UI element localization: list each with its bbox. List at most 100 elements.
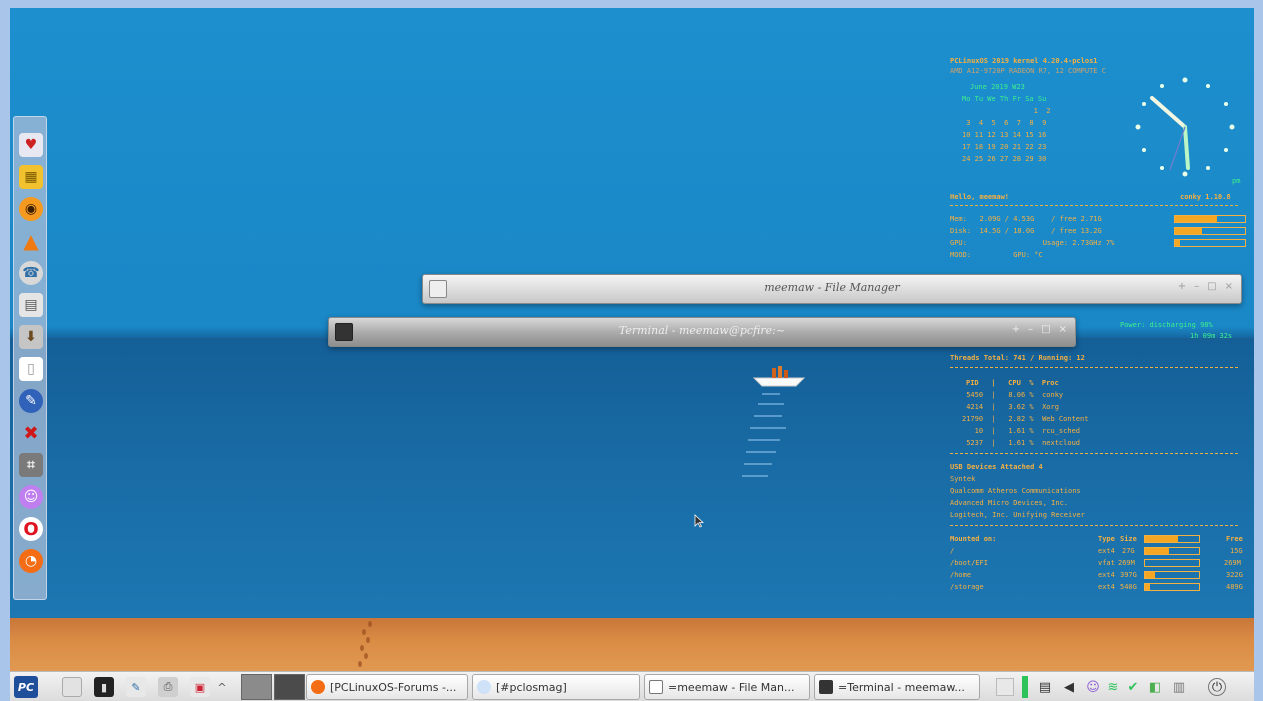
install-icon[interactable]: ⬇ bbox=[19, 325, 43, 349]
chat-icon bbox=[477, 680, 491, 694]
archive-icon[interactable]: ▦ bbox=[19, 165, 43, 189]
disk-bar-fill bbox=[1175, 228, 1202, 234]
document-icon[interactable]: ▯ bbox=[19, 357, 43, 381]
minimize-button[interactable]: – bbox=[1194, 281, 1199, 292]
mount-header-bar-fill bbox=[1145, 536, 1179, 542]
proc-header: PID | CPU % Proc bbox=[966, 379, 1059, 387]
stick-button[interactable]: + bbox=[1178, 281, 1186, 292]
threads-line: Threads Total: 741 / Running: 12 bbox=[950, 354, 1085, 362]
firefox-icon[interactable]: ◔ bbox=[19, 549, 43, 573]
maximize-button[interactable]: □ bbox=[1041, 324, 1050, 335]
divider bbox=[950, 367, 1238, 368]
mount-col-free: Free bbox=[1226, 535, 1243, 543]
taskbar-task-file-manager[interactable]: =meemaw - File Man... bbox=[644, 674, 810, 700]
gpu-bar bbox=[1174, 239, 1246, 247]
process-row: 5450 | 8.06 % conky bbox=[962, 391, 1064, 399]
volume-icon[interactable]: ◀ bbox=[1060, 678, 1078, 696]
taskbar: PC ▮ ✎ ⎙ ▣ ^ [PCLinuxOS-Forums -... [#pc… bbox=[10, 671, 1254, 701]
footprints bbox=[358, 621, 372, 667]
gpu-line: GPU: Usage: 2.73GHz 7% bbox=[950, 239, 1115, 247]
mount-path: /boot/EFI bbox=[950, 559, 988, 567]
trash-icon[interactable]: ▥ bbox=[1170, 678, 1188, 696]
show-desktop-icon[interactable] bbox=[62, 677, 82, 697]
usb-device: Syntek bbox=[950, 475, 976, 483]
mount-bar bbox=[1144, 547, 1200, 555]
mount-bar bbox=[1144, 571, 1200, 579]
mount-bar bbox=[1144, 583, 1200, 591]
calendar-launcher-icon[interactable]: ▣ bbox=[190, 677, 210, 697]
analog-clock bbox=[1135, 77, 1235, 177]
mount-bar-fill bbox=[1145, 548, 1170, 554]
mouse-cursor-icon bbox=[694, 514, 704, 528]
boat-illustration bbox=[752, 366, 806, 387]
calendar-row: 10 11 12 13 14 15 16 bbox=[962, 131, 1047, 139]
pidgin-icon[interactable]: ☺ bbox=[19, 485, 43, 509]
beach-sand bbox=[10, 618, 1254, 672]
opera-icon[interactable]: O bbox=[19, 517, 43, 541]
taskbar-task-firefox[interactable]: [PCLinuxOS-Forums -... bbox=[306, 674, 468, 700]
mount-size: 27G bbox=[1122, 547, 1135, 555]
blog-icon[interactable]: ✎ bbox=[19, 389, 43, 413]
printer-icon[interactable]: ⎙ bbox=[158, 677, 178, 697]
vlc-cone-icon[interactable]: ▲ bbox=[19, 229, 43, 253]
close-button[interactable]: × bbox=[1225, 281, 1233, 292]
tray-window-icon[interactable] bbox=[996, 678, 1014, 696]
battery-level-icon[interactable] bbox=[1022, 676, 1028, 698]
update-icon[interactable]: ◧ bbox=[1146, 678, 1164, 696]
process-row: 5237 | 1.61 % nextcloud bbox=[962, 439, 1081, 447]
mount-col-size: Size bbox=[1120, 535, 1137, 543]
cards-icon[interactable]: ♥ bbox=[19, 133, 43, 157]
check-icon[interactable]: ✔ bbox=[1124, 678, 1142, 696]
maximize-button[interactable]: □ bbox=[1207, 281, 1216, 292]
process-row: 10 | 1.61 % rcu_sched bbox=[962, 427, 1081, 435]
close-button[interactable]: × bbox=[1059, 324, 1067, 335]
desktop: ♥ ▦ ◉ ▲ ☎ ▤ ⬇ ▯ ✎ ✖ ⌗ ☺ O ◔ PCLinuxOS 20… bbox=[10, 8, 1254, 701]
terminal-icon bbox=[819, 680, 833, 694]
mount-size: 269M bbox=[1118, 559, 1135, 567]
terminal-window[interactable]: Terminal - meemaw@pcfire:~ + – □ × bbox=[328, 317, 1076, 347]
window-title: Terminal - meemaw@pcfire:~ bbox=[618, 324, 786, 337]
stick-button[interactable]: + bbox=[1012, 324, 1020, 335]
power-line: Power: discharging 98% bbox=[1120, 321, 1213, 329]
mount-size: 397G bbox=[1120, 571, 1137, 579]
power-time: 1h 09m 32s bbox=[1190, 332, 1233, 340]
calendar-row: 24 25 26 27 28 29 30 bbox=[962, 155, 1047, 163]
task-label: [#pclosmag] bbox=[496, 680, 567, 694]
mount-size: 540G bbox=[1120, 583, 1137, 591]
calendar-row: 3 4 5 6 7 8 9 bbox=[962, 119, 1047, 127]
divider bbox=[950, 525, 1238, 526]
workspace-2[interactable] bbox=[274, 674, 305, 700]
text-editor-icon[interactable]: ✎ bbox=[126, 677, 146, 697]
tools-icon[interactable]: ✖ bbox=[19, 421, 43, 445]
mount-type: ext4 bbox=[1098, 583, 1115, 591]
launcher-chevron-icon[interactable]: ^ bbox=[216, 677, 228, 697]
disk-bar bbox=[1174, 227, 1246, 235]
gamepad-icon[interactable]: ⌗ bbox=[19, 453, 43, 477]
mount-free: 489G bbox=[1226, 583, 1243, 591]
minimize-button[interactable]: – bbox=[1028, 324, 1033, 335]
power-icon[interactable]: ⏻ bbox=[1208, 678, 1226, 696]
phone-icon[interactable]: ☎ bbox=[19, 261, 43, 285]
file-manager-window[interactable]: meemaw - File Manager + – □ × bbox=[422, 274, 1242, 304]
mount-bar bbox=[1144, 559, 1200, 567]
task-label: [PCLinuxOS-Forums -... bbox=[330, 680, 457, 694]
eye-icon[interactable]: ◉ bbox=[19, 197, 43, 221]
start-menu-button[interactable]: PC bbox=[14, 676, 38, 698]
usb-device: Logitech, Inc. Unifying Receiver bbox=[950, 511, 1085, 519]
terminal-launcher-icon[interactable]: ▮ bbox=[94, 677, 114, 697]
workspace-1[interactable] bbox=[241, 674, 272, 700]
usb-device: Qualcomm Atheros Communications bbox=[950, 487, 1081, 495]
process-row: 21790 | 2.82 % Web Content bbox=[962, 415, 1089, 423]
window-controls: + – □ × bbox=[1012, 324, 1067, 335]
mount-type: ext4 bbox=[1098, 571, 1115, 579]
usb-device: Advanced Micro Devices, Inc. bbox=[950, 499, 1069, 507]
window-controls: + – □ × bbox=[1178, 281, 1233, 292]
clipboard-icon[interactable]: ▤ bbox=[1036, 678, 1054, 696]
taskbar-task-terminal[interactable]: =Terminal - meemaw... bbox=[814, 674, 980, 700]
taskbar-task-chat[interactable]: [#pclosmag] bbox=[472, 674, 640, 700]
conky-version: conky 1.10.8 bbox=[1180, 193, 1231, 201]
wifi-icon[interactable]: ≋ bbox=[1104, 678, 1122, 696]
mount-col-type: Type bbox=[1098, 535, 1115, 543]
calculator-icon[interactable]: ▤ bbox=[19, 293, 43, 317]
pidgin-tray-icon[interactable]: ☺ bbox=[1084, 678, 1102, 696]
